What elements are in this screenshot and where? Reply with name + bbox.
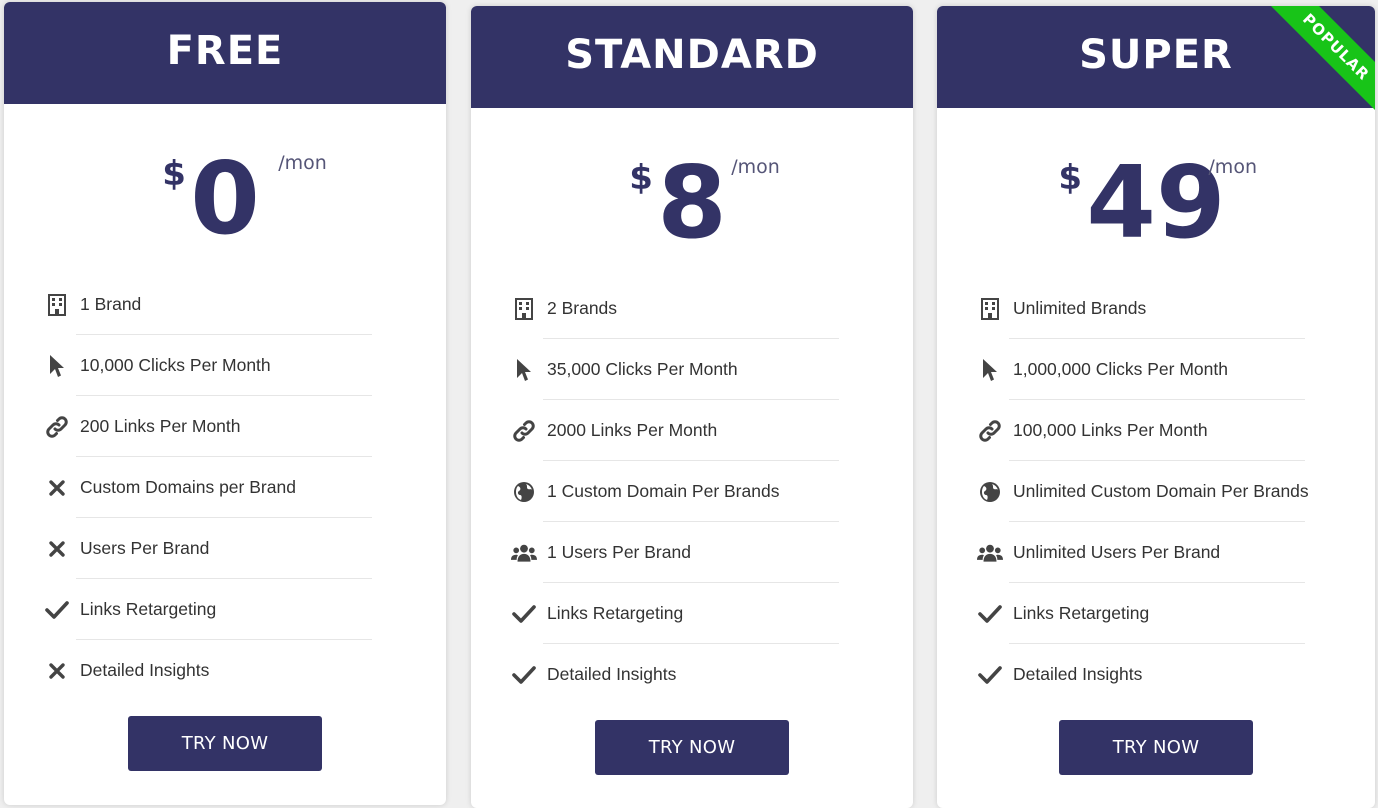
check-icon <box>977 662 1003 688</box>
feature-list: 2 Brands 35,000 Clicks Per Month 2000 Li… <box>471 278 913 705</box>
feature-label: Unlimited Custom Domain Per Brands <box>1013 481 1309 501</box>
plan-header: STANDARD <box>471 6 913 108</box>
users-icon <box>977 540 1003 566</box>
feature-item: 1 Custom Domain Per Brands <box>511 461 913 522</box>
feature-item: Links Retargeting <box>511 583 913 644</box>
feature-item: 2000 Links Per Month <box>511 400 913 461</box>
cross-icon <box>44 536 70 562</box>
feature-label: 10,000 Clicks Per Month <box>80 355 271 375</box>
feature-label: Unlimited Users Per Brand <box>1013 542 1221 562</box>
feature-label: Detailed Insights <box>547 664 677 684</box>
feature-label: Links Retargeting <box>547 603 684 623</box>
feature-item: 100,000 Links Per Month <box>977 400 1375 461</box>
building-icon <box>44 292 70 318</box>
feature-item: Detailed Insights <box>44 640 446 701</box>
plan-header: SUPER POPULAR <box>937 6 1375 118</box>
check-icon <box>511 662 537 688</box>
cursor-icon <box>44 353 70 379</box>
plan-name: SUPER <box>1079 32 1233 78</box>
feature-label: 1 Brand <box>80 294 142 314</box>
price-amount: 49 <box>1086 144 1226 261</box>
feature-item: 1,000,000 Clicks Per Month <box>977 339 1375 400</box>
feature-list: Unlimited Brands 1,000,000 Clicks Per Mo… <box>937 278 1375 705</box>
feature-item: Links Retargeting <box>44 579 446 640</box>
globe-icon <box>511 479 537 505</box>
globe-icon <box>977 479 1003 505</box>
plan-card-free: FREE $ 0 /mon 1 Brand 10,000 Clicks Per … <box>4 2 446 805</box>
plan-card-super: SUPER POPULAR $ 49 /mon Unlimited Brands… <box>937 6 1375 808</box>
feature-item: Users Per Brand <box>44 518 446 579</box>
feature-label: Detailed Insights <box>80 660 210 680</box>
check-icon <box>511 601 537 627</box>
feature-item: Detailed Insights <box>977 644 1375 705</box>
feature-item: Unlimited Brands <box>977 278 1375 339</box>
price-amount: 0 <box>190 140 260 257</box>
feature-item: 10,000 Clicks Per Month <box>44 335 446 396</box>
feature-item: 200 Links Per Month <box>44 396 446 457</box>
check-icon <box>44 597 70 623</box>
cursor-icon <box>511 357 537 383</box>
feature-label: 200 Links Per Month <box>80 416 241 436</box>
feature-label: Custom Domains per Brand <box>80 477 296 497</box>
cross-icon <box>44 658 70 684</box>
pricing-table: FREE $ 0 /mon 1 Brand 10,000 Clicks Per … <box>0 0 1378 808</box>
plan-header: FREE <box>4 2 446 104</box>
plan-price: $ 0 /mon <box>4 104 446 274</box>
building-icon <box>511 296 537 322</box>
price-amount: 8 <box>657 144 727 261</box>
plan-card-standard: STANDARD $ 8 /mon 2 Brands 35,000 Clicks… <box>471 6 913 808</box>
feature-label: Unlimited Brands <box>1013 298 1147 318</box>
cross-icon <box>44 475 70 501</box>
try-now-button[interactable]: TRY NOW <box>1059 720 1253 775</box>
try-now-button[interactable]: TRY NOW <box>128 716 322 771</box>
users-icon <box>511 540 537 566</box>
check-icon <box>977 601 1003 627</box>
plan-name: STANDARD <box>565 32 819 78</box>
building-icon <box>977 296 1003 322</box>
plan-price: $ 49 /mon <box>937 108 1375 278</box>
feature-label: 2 Brands <box>547 298 618 318</box>
link-icon <box>511 418 537 444</box>
popular-ribbon: POPULAR <box>1263 6 1375 118</box>
plan-name: FREE <box>166 28 284 74</box>
feature-item: Custom Domains per Brand <box>44 457 446 518</box>
cursor-icon <box>977 357 1003 383</box>
feature-label: Users Per Brand <box>80 538 210 558</box>
feature-label: 100,000 Links Per Month <box>1013 420 1208 440</box>
feature-label: 1,000,000 Clicks Per Month <box>1013 359 1228 379</box>
feature-label: Detailed Insights <box>1013 664 1143 684</box>
price-period: /mon <box>731 156 780 178</box>
feature-label: Links Retargeting <box>80 599 217 619</box>
price-period: /mon <box>1208 156 1257 178</box>
price-period: /mon <box>278 152 327 174</box>
feature-item: Unlimited Custom Domain Per Brands <box>977 461 1375 522</box>
feature-item: 1 Users Per Brand <box>511 522 913 583</box>
feature-item: Links Retargeting <box>977 583 1375 644</box>
feature-label: Links Retargeting <box>1013 603 1150 623</box>
feature-label: 2000 Links Per Month <box>547 420 718 440</box>
feature-item: 2 Brands <box>511 278 913 339</box>
plan-price: $ 8 /mon <box>471 108 913 278</box>
feature-item: Unlimited Users Per Brand <box>977 522 1375 583</box>
feature-label: 1 Custom Domain Per Brands <box>547 481 780 501</box>
popular-badge: POPULAR <box>1263 6 1375 118</box>
currency-symbol: $ <box>629 158 653 198</box>
feature-item: Detailed Insights <box>511 644 913 705</box>
feature-item: 1 Brand <box>44 274 446 335</box>
currency-symbol: $ <box>162 154 186 194</box>
link-icon <box>977 418 1003 444</box>
feature-label: 1 Users Per Brand <box>547 542 691 562</box>
link-icon <box>44 414 70 440</box>
feature-label: 35,000 Clicks Per Month <box>547 359 738 379</box>
try-now-button[interactable]: TRY NOW <box>595 720 789 775</box>
feature-item: 35,000 Clicks Per Month <box>511 339 913 400</box>
currency-symbol: $ <box>1058 158 1083 198</box>
feature-list: 1 Brand 10,000 Clicks Per Month 200 Link… <box>4 274 446 701</box>
